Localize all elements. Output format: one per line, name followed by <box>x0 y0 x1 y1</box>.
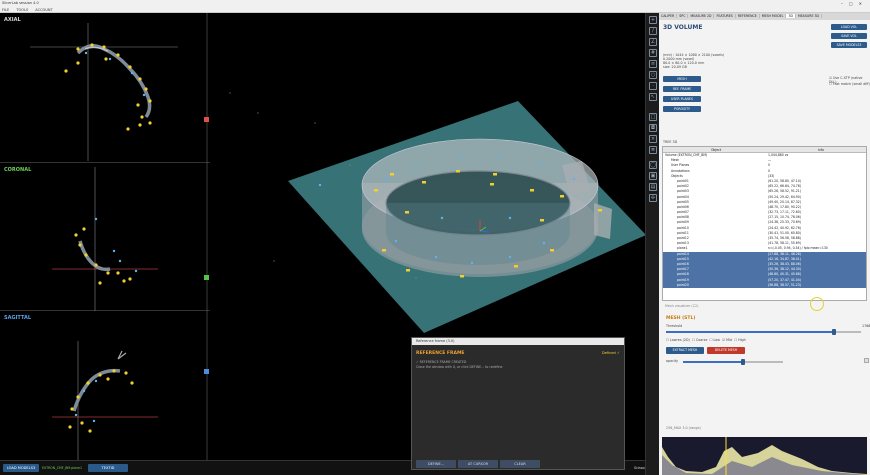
layers-icon[interactable]: ≣ <box>649 146 657 154</box>
side-panel: CALIPER SPC MEASURE 2D FEATURES REFERENCE MES… <box>659 13 870 475</box>
axial-slice-image <box>30 13 209 163</box>
tab-3d[interactable]: 3D <box>786 14 796 18</box>
tree-row-info: (56.88, 38.57, 51.23) <box>768 282 801 287</box>
opacity-label: opacity <box>666 359 679 363</box>
threshold-slider[interactable] <box>666 329 861 335</box>
histogram-chart[interactable] <box>662 437 867 475</box>
threshold-label: Threshold <box>666 324 683 328</box>
tab-caliper[interactable]: CALIPER <box>659 14 678 18</box>
tree-section-title: TREE 3D <box>663 140 678 144</box>
menu-account[interactable]: ACCOUNT <box>35 8 52 12</box>
tree-row-name: point20 <box>677 282 689 287</box>
clear-button[interactable]: CLEAR <box>500 460 540 468</box>
window-title-bar: SlicerLab session 4.0 –□✕ <box>0 0 870 7</box>
window-controls[interactable]: –□✕ <box>841 0 868 7</box>
circle-icon[interactable]: ◯ <box>649 161 657 169</box>
threshold-fill <box>666 331 834 333</box>
mesh-section-title: MESH (STL) <box>666 316 696 321</box>
load-models-button[interactable]: LOAD MODELS3 <box>3 464 39 472</box>
quality-option[interactable]: ☐ Coarse <box>692 338 707 342</box>
reference-frame-dialog: Reference frame (3.0) REFERENCE FRAME De… <box>411 337 625 470</box>
tab-mesh-model[interactable]: MESH MODEL <box>759 14 787 18</box>
axial-view[interactable]: AXIAL <box>0 13 210 163</box>
dialog-message-line1: ✓ REFERENCE FRAME CREATED <box>416 360 467 364</box>
user-planes-button[interactable]: USER PLANES <box>663 96 701 102</box>
porosity-button[interactable]: POROSITY <box>663 106 701 112</box>
quality-option[interactable]: ☑ Mid <box>722 338 732 342</box>
angle-icon[interactable]: ∠ <box>649 38 657 46</box>
status-badge: Defined ✓ <box>601 351 620 355</box>
mesh-quality-options: ☐ Lowres (2D) ☐ Coarse ☐ Low ☑ Mid ☐ Hig… <box>666 338 746 342</box>
mesh-button[interactable]: MESH <box>663 76 701 82</box>
save-volume-button[interactable]: SAVE VOL <box>831 33 867 39</box>
object-tree[interactable]: Object Info Volume (EXTRON_CMF_BM) 1,044,… <box>662 146 867 301</box>
dialog-title: Reference frame (3.0) <box>412 338 624 345</box>
app-title: SlicerLab session 4.0 <box>2 1 39 5</box>
quality-option[interactable]: ☐ Low <box>709 338 720 342</box>
cursor-highlight <box>810 297 824 311</box>
fast-match-option[interactable]: ☐ Fast match (small diff) <box>829 82 870 86</box>
ref-frame-button[interactable]: REF. FRAME <box>663 86 701 92</box>
crosshair-icon[interactable]: + <box>649 16 657 24</box>
camera-icon[interactable]: ▣ <box>649 172 657 180</box>
tree-footer: Mesh visualizer (C2) <box>665 304 699 308</box>
opacity-thumb[interactable] <box>741 359 745 365</box>
grid-icon[interactable]: # <box>649 49 657 57</box>
tree-rows: Volume (EXTRON_CMF_BM) 1,044,880 vx Mesh — U… <box>663 153 866 288</box>
cut-icon[interactable]: × <box>649 135 657 143</box>
define-button[interactable]: DEFINE... <box>416 460 456 468</box>
dialog-message-line2: Close the window with X, or click DEFINE… <box>416 365 503 369</box>
threshold-value: 1766 <box>862 324 870 328</box>
coronal-slice-image <box>52 163 209 311</box>
tree-col-object: Object <box>711 148 722 152</box>
save-icon[interactable]: ▤ <box>649 183 657 191</box>
tab-reference[interactable]: REFERENCE <box>735 14 760 18</box>
volume-info: (mm) : 1044 × 1080 × 2100 (voxels) 0.200… <box>663 53 724 69</box>
sagittal-view[interactable]: SAGITTAL <box>0 311 210 460</box>
menu-tools[interactable]: TOOLS <box>16 8 28 12</box>
opacity-toggle[interactable] <box>864 358 869 363</box>
tab-measure-3d[interactable]: MEASURE 3D <box>795 14 822 18</box>
zoom-icon[interactable]: ○ <box>649 71 657 79</box>
threshold-thumb[interactable] <box>831 329 836 335</box>
sagittal-slice-image <box>52 311 209 460</box>
cylinder-icon[interactable]: ◘ <box>649 124 657 132</box>
ruler-icon[interactable]: / <box>649 27 657 35</box>
panel-tabs: CALIPER SPC MEASURE 2D FEATURES REFERENCE MES… <box>659 13 870 20</box>
tool-rail: + / ∠ # ≡ ○ · ↖ □ ◘ × ≣ ◯ ▣ ▤ ✣ <box>645 13 659 475</box>
at-cursor-button[interactable]: AT CURSOR <box>458 460 498 468</box>
current-file-name: EXTRON_CMF_BM.plane1 <box>42 466 83 470</box>
textid-button[interactable]: TEXTID <box>88 464 128 472</box>
opacity-fill <box>683 361 743 363</box>
tab-measure-2d[interactable]: MEASURE 2D <box>688 14 715 18</box>
dialog-heading: REFERENCE FRAME <box>416 351 465 356</box>
histogram-label: 256_MAX 3.0 (range) <box>666 426 701 430</box>
tree-row[interactable]: point20 (56.88, 38.57, 51.23) <box>663 282 866 288</box>
coronal-view[interactable]: CORONAL <box>0 163 210 311</box>
opacity-slider[interactable] <box>683 359 783 365</box>
mesh-ring-model <box>361 138 612 277</box>
document-icon[interactable]: ≡ <box>649 60 657 68</box>
pointer-icon[interactable]: ↖ <box>649 93 657 101</box>
point-icon[interactable]: · <box>649 82 657 90</box>
tab-spc[interactable]: SPC <box>677 14 689 18</box>
quality-option[interactable]: ☐ High <box>734 338 746 342</box>
volume-title: 3D VOLUME <box>663 24 703 31</box>
load-volume-button[interactable]: LOAD VOL <box>831 24 867 30</box>
tree-col-info: Info <box>818 148 824 152</box>
box-icon[interactable]: □ <box>649 113 657 121</box>
axes-icon[interactable]: ✣ <box>649 194 657 202</box>
delete-mesh-button[interactable]: DELETE MESH <box>707 347 745 354</box>
fast-match-label: Fast match (small diff) <box>833 82 870 86</box>
tab-features[interactable]: FEATURES <box>714 14 736 18</box>
menu-file[interactable]: FILE <box>2 8 9 12</box>
quality-option[interactable]: ☐ Lowres (2D) <box>666 338 690 342</box>
volume-info-line: size: 20.09 GB <box>663 65 687 69</box>
save-models-button[interactable]: SAVE MODELS3 <box>831 42 867 48</box>
extract-mesh-button[interactable]: EXTRACT MESH <box>666 347 704 354</box>
